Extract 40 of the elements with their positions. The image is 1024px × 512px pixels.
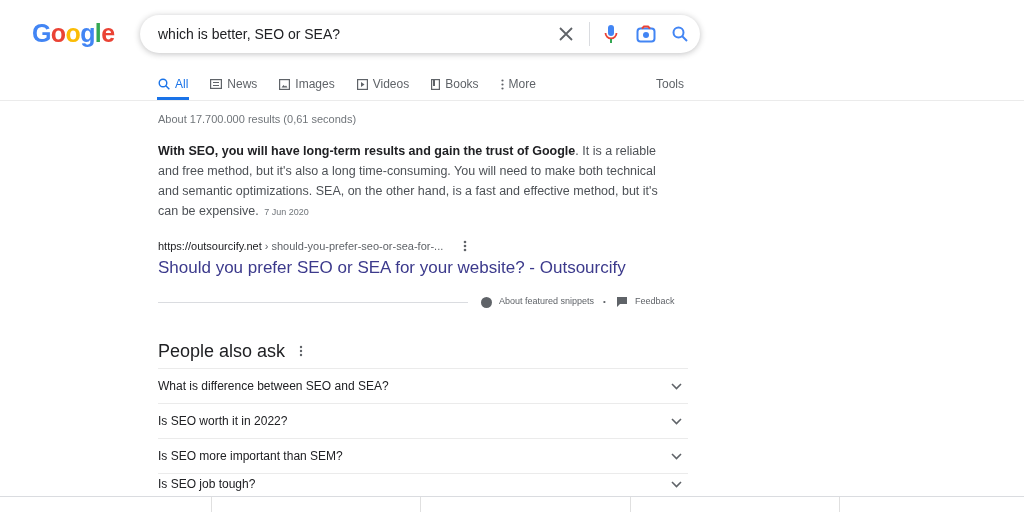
result-stats: About 17.700.000 results (0,61 seconds)	[158, 112, 358, 127]
search-tab[interactable]: All	[157, 68, 190, 100]
search-input[interactable]: which is better, SEO or SEA?	[158, 23, 559, 45]
question-row[interactable]: Is SEO more important than SEM?	[158, 438, 688, 473]
chevron-icon	[671, 382, 682, 390]
question-row[interactable]: Is SEO job tough?	[158, 473, 688, 494]
chevron-icon	[671, 417, 682, 425]
tools-link[interactable]: Tools	[656, 75, 684, 93]
feedback-icon[interactable]	[616, 297, 627, 307]
close-icon[interactable]	[559, 27, 573, 41]
image-icon	[279, 78, 291, 90]
more-icon	[500, 78, 504, 90]
snippet-text: With SEO, you will have long-term results and gain the trust of Google. It is a reliable and free method, but it's also a long time-consuming. You will need to make both technical and semantic optimizations. SEA, on the other hand, is a fast and effective method, but it's can be expensive. 7 Jun 2020	[158, 143, 659, 220]
result-path: › should-you-prefer-seo-or-sea-for-...	[264, 238, 444, 254]
question-row[interactable]: What is difference between SEO and SEA?	[158, 368, 688, 403]
question-row[interactable]: Is SEO worth it in 2022?	[158, 403, 688, 438]
newspaper-icon	[210, 79, 223, 89]
more-options-icon[interactable]	[463, 240, 468, 252]
separator-dot: •	[603, 296, 606, 308]
search-tab[interactable]: News	[209, 68, 259, 100]
search-tab[interactable]: Images	[278, 68, 336, 100]
result-url[interactable]: https://outsourcify.net	[158, 237, 262, 255]
search-tab[interactable]: Books	[430, 68, 480, 100]
search-tab[interactable]: Videos	[355, 68, 411, 100]
chevron-icon	[671, 452, 682, 460]
microphone-icon[interactable]	[604, 24, 618, 44]
more-options-icon[interactable]	[299, 345, 304, 357]
search-icon	[158, 78, 170, 90]
logo[interactable]: Google	[32, 15, 140, 53]
feedback-link[interactable]: Feedback	[634, 295, 675, 309]
search-tab[interactable]: More	[499, 68, 537, 100]
book-icon	[431, 78, 441, 90]
search-icon[interactable]	[672, 26, 688, 42]
search-field[interactable]: which is better, SEO or SEA?	[140, 15, 700, 53]
play-icon	[356, 78, 368, 90]
chevron-icon	[671, 480, 682, 488]
result-title-link[interactable]: Should you prefer SEO or SEA for your website? - Outsourcify	[158, 256, 688, 280]
camera-icon[interactable]	[636, 25, 656, 43]
about-snippets-link[interactable]: About featured snippets	[499, 295, 595, 309]
section-heading: People also ask	[158, 339, 286, 363]
